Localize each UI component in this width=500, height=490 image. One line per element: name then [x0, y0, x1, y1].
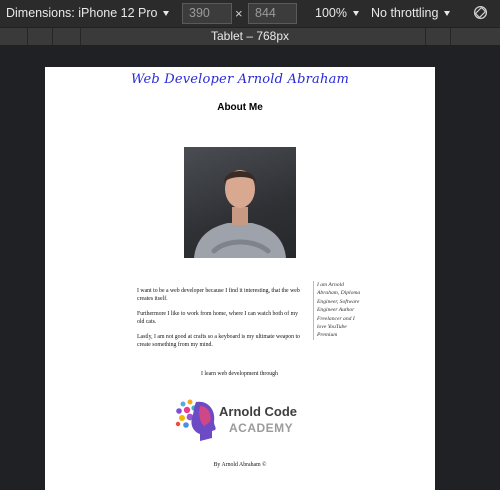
profile-photo-illustration: [194, 170, 286, 258]
academy-name: Arnold Code: [219, 404, 297, 419]
learn-line: I learn web development through: [201, 371, 278, 377]
device-toolbar: Dimensions: iPhone 12 Pro 390 × 844 100%…: [0, 0, 500, 27]
page-viewport: Web Developer Arnold Abraham About Me I …: [45, 67, 435, 490]
academy-subtitle: ACADEMY: [229, 421, 294, 435]
zoom-dropdown[interactable]: 100%: [315, 6, 359, 20]
dimensions-label: Dimensions: iPhone 12 Pro: [6, 6, 158, 20]
about-paragraph: Lastly, I am not good at crafts so a key…: [137, 333, 301, 348]
zoom-label: 100%: [315, 6, 347, 20]
footer-text: By Arnold Abraham ©: [213, 462, 267, 468]
aside-bio: I am Arnold Abraham, Diploma Engineer, S…: [313, 281, 365, 340]
media-query-bar: Tablet – 768px: [0, 28, 500, 45]
chevron-down-icon: [163, 10, 170, 16]
chevron-down-icon: [444, 10, 451, 16]
chevron-down-icon: [352, 10, 359, 16]
throttling-label: No throttling: [371, 6, 439, 20]
profile-photo: [184, 147, 296, 258]
about-paragraph: Furthermore I like to work from home, wh…: [137, 310, 298, 326]
dimensions-dropdown[interactable]: Dimensions: iPhone 12 Pro: [6, 6, 170, 20]
site-logo-text: Web Developer Arnold Abraham: [130, 72, 350, 87]
page-title: About Me: [217, 102, 263, 113]
about-paragraph: I want to be a web developer because I f…: [137, 288, 300, 303]
width-input[interactable]: 390: [182, 3, 232, 24]
throttling-dropdown[interactable]: No throttling: [371, 6, 451, 20]
media-query-label[interactable]: Tablet – 768px: [0, 29, 500, 43]
height-input[interactable]: 844: [248, 3, 297, 24]
times-sign: ×: [235, 6, 243, 21]
about-text: I want to be a web developer because I f…: [137, 287, 302, 355]
rotate-icon[interactable]: [473, 5, 488, 20]
